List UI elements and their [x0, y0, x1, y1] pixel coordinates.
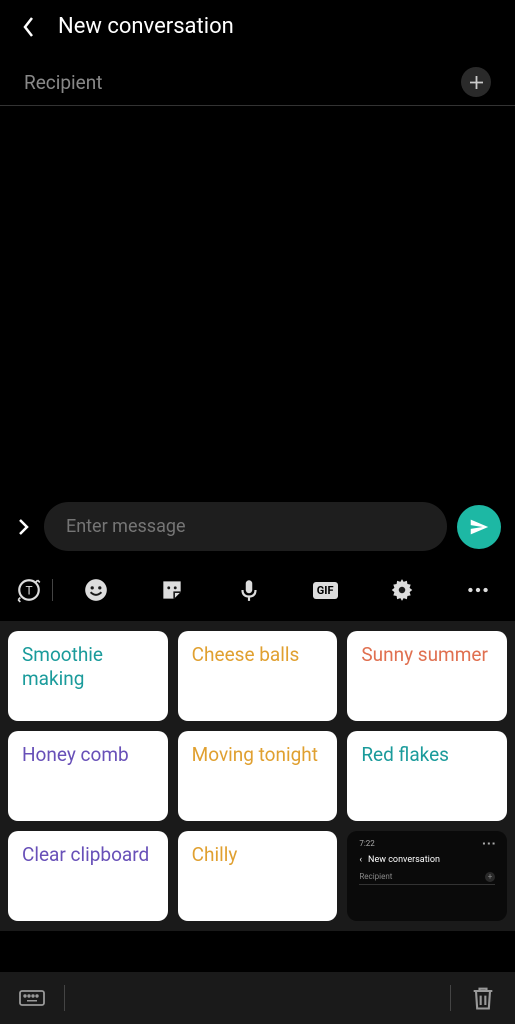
toolbar-divider	[52, 579, 53, 601]
clipboard-item[interactable]: Smoothie making	[8, 631, 168, 721]
back-icon[interactable]	[20, 18, 38, 36]
emoji-icon[interactable]	[83, 577, 109, 603]
clipboard-item[interactable]: Moving tonight	[178, 731, 338, 821]
clipboard-item[interactable]: Honey comb	[8, 731, 168, 821]
microphone-icon[interactable]	[236, 577, 262, 603]
clipboard-panel: Smoothie making Cheese balls Sunny summe…	[0, 621, 515, 931]
expand-icon[interactable]	[14, 518, 34, 536]
text-format-icon[interactable]: T	[16, 577, 42, 603]
clipboard-item[interactable]: Clear clipboard	[8, 831, 168, 921]
page-title: New conversation	[58, 14, 234, 39]
clipboard-item[interactable]: Cheese balls	[178, 631, 338, 721]
clipboard-item[interactable]: Sunny summer	[347, 631, 507, 721]
clipboard-item[interactable]: Chilly	[178, 831, 338, 921]
add-recipient-button[interactable]	[461, 67, 491, 97]
keyboard-icon[interactable]	[18, 984, 46, 1012]
trash-icon[interactable]	[469, 984, 497, 1012]
bottom-divider	[64, 985, 65, 1011]
screenshot-statusbar: 7:22 ▪ ▪ ▪	[359, 839, 495, 849]
more-icon[interactable]	[465, 577, 491, 603]
recipient-field[interactable]: Recipient	[24, 71, 461, 94]
clipboard-item[interactable]: Red flakes	[347, 731, 507, 821]
screenshot-header: ‹ New conversation	[359, 855, 495, 866]
gif-icon[interactable]: GIF	[312, 577, 338, 603]
screenshot-recipient: Recipient +	[359, 872, 495, 885]
svg-text:T: T	[25, 583, 32, 597]
message-input[interactable]	[44, 502, 447, 551]
sticker-icon[interactable]	[159, 577, 185, 603]
bottom-divider	[450, 985, 451, 1011]
settings-icon[interactable]	[389, 577, 415, 603]
send-button[interactable]	[457, 505, 501, 549]
clipboard-screenshot-item[interactable]: 7:22 ▪ ▪ ▪ ‹ New conversation Recipient …	[347, 831, 507, 921]
